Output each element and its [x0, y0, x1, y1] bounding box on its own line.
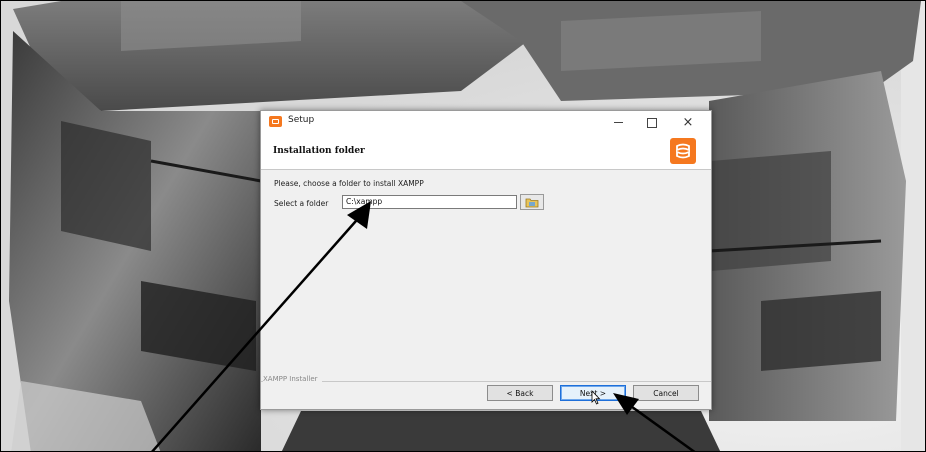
- page-title: Installation folder: [273, 146, 365, 156]
- screenshot-frame: Setup × Installation folder Please, choo…: [0, 0, 926, 452]
- close-button[interactable]: ×: [671, 111, 705, 133]
- app-icon: [269, 116, 282, 127]
- installer-group-label: XAMPP Installer: [263, 375, 322, 383]
- mouse-pointer-icon: [591, 390, 601, 405]
- instruction-text: Please, choose a folder to install XAMPP: [274, 179, 424, 188]
- cancel-button[interactable]: Cancel: [633, 385, 699, 401]
- window-title: Setup: [288, 115, 315, 125]
- setup-dialog: Setup × Installation folder Please, choo…: [260, 110, 712, 410]
- footer-divider: [261, 381, 711, 382]
- maximize-icon: [647, 117, 657, 128]
- title-bar[interactable]: Setup ×: [261, 111, 711, 133]
- minimize-icon: [613, 122, 623, 123]
- close-icon: ×: [682, 115, 694, 130]
- xampp-logo-icon: [670, 138, 696, 164]
- header-band: Installation folder: [261, 133, 711, 170]
- folder-label: Select a folder: [274, 199, 329, 208]
- browse-folder-button[interactable]: [520, 194, 544, 210]
- maximize-button[interactable]: [635, 111, 669, 133]
- folder-path-input[interactable]: C:\xampp: [342, 195, 517, 209]
- minimize-button[interactable]: [601, 111, 635, 133]
- folder-browse-icon: [525, 198, 539, 208]
- back-button[interactable]: < Back: [487, 385, 553, 401]
